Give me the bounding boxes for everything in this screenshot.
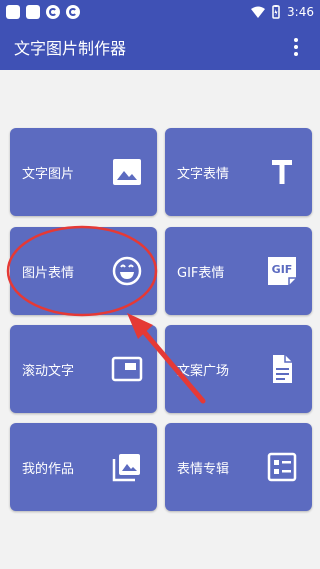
- document-icon: [264, 351, 300, 387]
- tile-label: 滚动文字: [22, 363, 75, 379]
- notification-icon: [6, 5, 20, 19]
- text-t-icon: [264, 154, 300, 190]
- overflow-menu-icon[interactable]: [286, 35, 306, 59]
- tile-image-emoji[interactable]: 图片表情: [10, 227, 157, 315]
- tile-label: 文字图片: [22, 166, 75, 182]
- app-toolbar: 文字图片制作器: [0, 24, 320, 70]
- app-notification-icon: [66, 5, 80, 19]
- tile-label: GIF表情: [177, 265, 225, 281]
- tile-label: 图片表情: [22, 265, 75, 281]
- status-bar: 3:46: [0, 0, 320, 24]
- album-list-icon: [264, 449, 300, 485]
- tile-my-works[interactable]: 我的作品: [10, 423, 157, 511]
- tile-label: 文字表情: [177, 166, 230, 182]
- tile-emoji-album[interactable]: 表情专辑: [165, 423, 312, 511]
- tile-copywriting-square[interactable]: 文案广场: [165, 325, 312, 413]
- tile-label: 表情专辑: [177, 461, 230, 477]
- scroll-text-icon: [109, 351, 145, 387]
- svg-text:GIF: GIF: [272, 263, 293, 276]
- app-notification-icon: [46, 5, 60, 19]
- tile-text-image[interactable]: 文字图片: [10, 128, 157, 216]
- status-time: 3:46: [287, 5, 314, 19]
- notification-icons: [6, 5, 80, 19]
- tile-gif-emoji[interactable]: GIF表情 GIF: [165, 227, 312, 315]
- image-icon: [109, 154, 145, 190]
- wifi-icon: [251, 6, 266, 18]
- tile-scroll-text[interactable]: 滚动文字: [10, 325, 157, 413]
- photo-library-icon: [109, 449, 145, 485]
- battery-icon: [272, 5, 280, 19]
- smiley-icon: [109, 253, 145, 289]
- notification-icon: [26, 5, 40, 19]
- gif-icon: GIF: [264, 253, 300, 289]
- tile-label: 文案广场: [177, 363, 230, 379]
- tile-label: 我的作品: [22, 461, 75, 477]
- tile-text-emoji[interactable]: 文字表情: [165, 128, 312, 216]
- page-title: 文字图片制作器: [14, 39, 127, 58]
- main-content: 文字图片 文字表情 图片表情 GIF表情 GIF 滚动文字 文案广场 我的作品 …: [0, 70, 320, 569]
